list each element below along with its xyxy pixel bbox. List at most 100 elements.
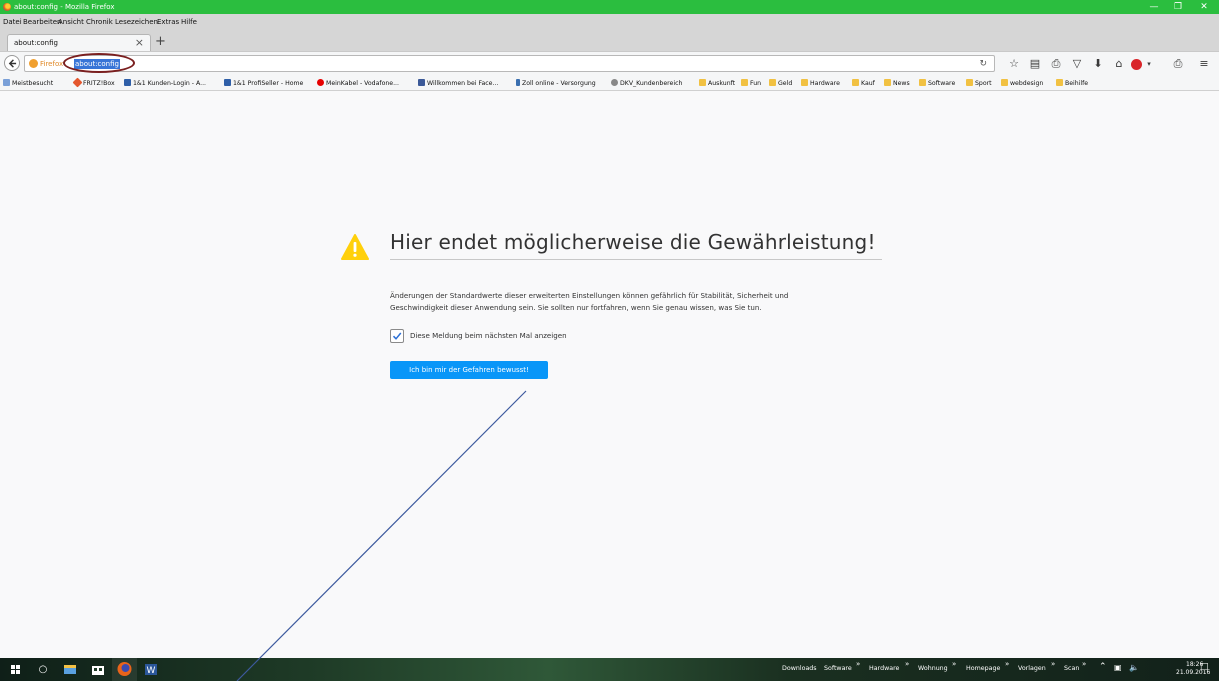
menu-extras[interactable]: Extras: [157, 18, 179, 27]
bookmark-meistbesucht[interactable]: Meistbesucht: [3, 79, 53, 88]
tray-up-arrow-icon[interactable]: ⌃: [1099, 663, 1107, 672]
bookmark-zoll[interactable]: Zoll online - Versorgung: [516, 79, 596, 88]
notification-icon[interactable]: □: [1200, 663, 1209, 672]
toolbar-scan[interactable]: Scan: [1064, 664, 1079, 673]
toolbar-software[interactable]: Software: [824, 664, 852, 673]
menu-lesezeichen[interactable]: Lesezeichen: [115, 18, 158, 27]
bookmark-label: Software: [928, 80, 956, 87]
bookmark-dkv[interactable]: DKV_Kundenbereich: [611, 79, 682, 88]
tab-strip: about:config × +: [0, 30, 1219, 51]
warning-triangle-icon: [341, 234, 369, 260]
reading-list-icon[interactable]: ▤: [1027, 56, 1043, 72]
menu-chronik[interactable]: Chronik: [86, 18, 113, 27]
menu-bearbeiten[interactable]: Bearbeiten: [23, 18, 61, 27]
bookmark-label: 1&1 Kunden-Login - A...: [133, 80, 207, 87]
folder-icon: [919, 79, 926, 86]
bookmark-folder-beihilfe[interactable]: Beihilfe: [1056, 79, 1088, 88]
bookmark-fritzbox[interactable]: FRITZ!Box: [72, 77, 115, 88]
toolbar-wohnung[interactable]: Wohnung: [918, 664, 948, 673]
site-icon: [516, 79, 520, 86]
bookmark-label: Kauf: [861, 80, 875, 87]
back-arrow-icon[interactable]: [4, 55, 20, 71]
bookmark-folder-news[interactable]: News: [884, 79, 910, 88]
windows-start-icon[interactable]: [5, 660, 27, 679]
bookmark-label: News: [893, 80, 910, 87]
bookmark-meinkabel[interactable]: MeinKabel - Vodafone...: [317, 79, 399, 88]
navigation-toolbar: Firefox about:config ↻ ☆ ▤ ⎙ ▽ ⬇ ⌂ ▾ ⎙ ≡: [0, 51, 1219, 76]
svg-text:W: W: [147, 666, 156, 676]
checkmark-icon: [392, 332, 402, 340]
bookmark-star-icon[interactable]: ☆: [1006, 56, 1022, 72]
facebook-icon: [418, 79, 425, 86]
bookmark-folder-webdesign[interactable]: webdesign: [1001, 79, 1043, 88]
firefox-taskbar-button[interactable]: [112, 658, 137, 681]
chevron-right-icon[interactable]: »: [1051, 660, 1055, 668]
extension-icon[interactable]: ⎙: [1170, 56, 1186, 72]
chevron-right-icon[interactable]: »: [856, 660, 860, 668]
new-tab-plus-icon[interactable]: +: [155, 35, 166, 48]
chevron-right-icon[interactable]: »: [905, 660, 909, 668]
chevron-right-icon[interactable]: »: [1082, 660, 1086, 668]
show-warning-checkbox[interactable]: [390, 329, 404, 343]
bookmark-label: Sport: [975, 80, 992, 87]
menu-ansicht[interactable]: Ansicht: [58, 18, 84, 27]
network-icon[interactable]: ▣: [1114, 663, 1122, 672]
bookmark-label: Willkommen bei Face...: [427, 80, 499, 87]
bookmark-folder-geld[interactable]: Geld: [769, 79, 792, 88]
print-icon[interactable]: ⎙: [1048, 56, 1064, 72]
toolbar-hardware[interactable]: Hardware: [869, 664, 899, 673]
bookmark-label: Meistbesucht: [12, 80, 54, 87]
search-circle-icon[interactable]: ○: [32, 660, 54, 679]
toolbar-downloads[interactable]: Downloads: [782, 664, 817, 673]
identity-firefox-icon[interactable]: [29, 59, 38, 68]
restore-icon[interactable]: ❐: [1167, 0, 1189, 14]
accept-risk-button[interactable]: Ich bin mir der Gefahren bewusst!: [390, 361, 548, 379]
bookmark-folder-software[interactable]: Software: [919, 79, 955, 88]
warning-text-line-1: Änderungen der Standardwerte dieser erwe…: [390, 291, 789, 300]
bookmark-label: Fun: [750, 80, 762, 87]
tab-title: about:config: [14, 39, 58, 47]
bookmark-label: Beihilfe: [1065, 80, 1089, 87]
adblock-dropdown-icon[interactable]: ▾: [1141, 56, 1157, 72]
menu-hamburger-icon[interactable]: ≡: [1196, 56, 1212, 72]
folder-icon: [769, 79, 776, 86]
home-icon[interactable]: ⌂: [1111, 56, 1127, 72]
toolbar-homepage[interactable]: Homepage: [966, 664, 1000, 673]
bookmark-1und1-kunden[interactable]: 1&1 Kunden-Login - A...: [124, 79, 206, 88]
download-icon[interactable]: ⬇: [1090, 56, 1106, 72]
folder-icon: [741, 79, 748, 86]
reload-icon[interactable]: ↻: [979, 58, 987, 70]
file-explorer-icon[interactable]: [59, 660, 81, 679]
url-bar[interactable]: Firefox about:config ↻: [24, 53, 995, 73]
bookmark-facebook[interactable]: Willkommen bei Face...: [418, 79, 498, 88]
window-title: about:config - Mozilla Firefox: [14, 3, 115, 11]
menu-datei[interactable]: Datei: [3, 18, 22, 27]
chevron-right-icon[interactable]: »: [1005, 660, 1009, 668]
minimize-icon[interactable]: —: [1143, 0, 1165, 14]
windows-taskbar: ○ W Downloads Software » Hardware » Wohn…: [0, 658, 1219, 681]
bookmark-1und1-profiseller[interactable]: 1&1 ProfiSeller - Home: [224, 79, 303, 88]
menu-hilfe[interactable]: Hilfe: [181, 18, 197, 27]
toolbar-vorlagen[interactable]: Vorlagen: [1018, 664, 1046, 673]
folder-icon: [699, 79, 706, 86]
bookmark-folder-sport[interactable]: Sport: [966, 79, 992, 88]
tab-close-icon[interactable]: ×: [135, 37, 144, 49]
page-icon: [3, 79, 10, 86]
bookmark-folder-kauf[interactable]: Kauf: [852, 79, 875, 88]
folder-icon: [852, 79, 859, 86]
chevron-right-icon[interactable]: »: [952, 660, 956, 668]
close-icon[interactable]: ✕: [1193, 0, 1215, 14]
bookmark-folder-auskunft[interactable]: Auskunft: [699, 79, 735, 88]
folder-icon: [801, 79, 808, 86]
globe-icon: [611, 79, 618, 86]
bookmark-folder-fun[interactable]: Fun: [741, 79, 761, 88]
store-icon[interactable]: [87, 660, 109, 679]
bookmark-folder-hardware[interactable]: Hardware: [801, 79, 840, 88]
word-icon[interactable]: W: [140, 660, 162, 679]
pocket-icon[interactable]: ▽: [1069, 56, 1085, 72]
window-titlebar[interactable]: about:config - Mozilla Firefox — ❐ ✕: [0, 0, 1219, 14]
bookmark-label: MeinKabel - Vodafone...: [326, 80, 399, 87]
tab-about-config[interactable]: about:config ×: [7, 34, 151, 51]
annotation-oval: [63, 53, 135, 73]
volume-icon[interactable]: 🔈: [1129, 663, 1139, 672]
